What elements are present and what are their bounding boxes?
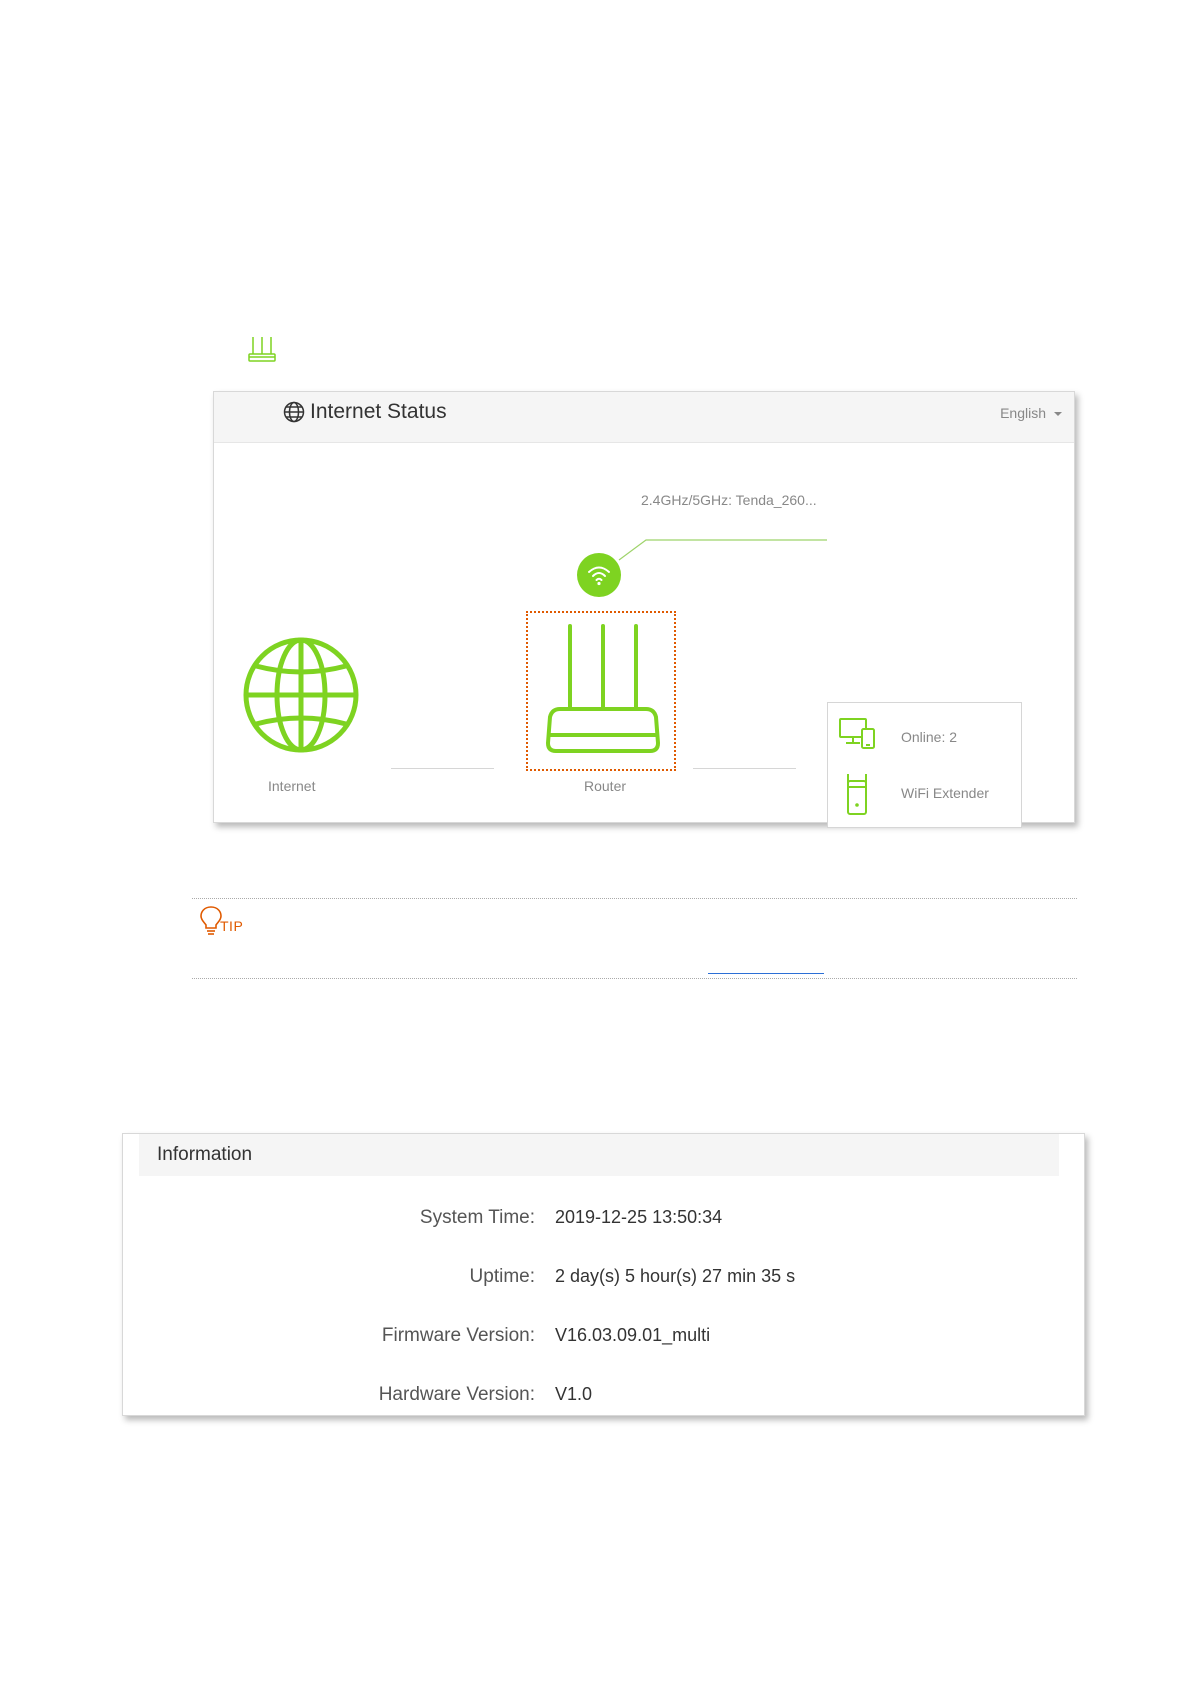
online-count-label: Online: 2 bbox=[901, 729, 958, 745]
globe-icon bbox=[283, 401, 305, 423]
info-row-system-time: System Time: 2019-12-25 13:50:34 bbox=[123, 1207, 1084, 1235]
connection-line bbox=[693, 768, 796, 769]
status-header: Internet Status English bbox=[214, 392, 1074, 443]
clients-panel: Online: 2 WiFi Extender bbox=[827, 702, 1022, 828]
ssid-label[interactable]: 2.4GHz/5GHz: Tenda_260... bbox=[641, 492, 817, 508]
language-select[interactable]: English bbox=[1000, 405, 1062, 421]
online-devices-item[interactable]: Online: 2 bbox=[838, 717, 1018, 753]
info-title: Information bbox=[157, 1144, 253, 1165]
chevron-down-icon bbox=[1054, 412, 1062, 417]
info-label: Firmware Version: bbox=[381, 1325, 535, 1346]
info-row-firmware-version: Firmware Version: V16.03.09.01_multi bbox=[123, 1325, 1084, 1353]
info-row-hardware-version: Hardware Version: V1.0 bbox=[123, 1384, 1084, 1412]
divider bbox=[192, 898, 1077, 899]
info-value: 2019-12-25 13:50:34 bbox=[555, 1207, 723, 1227]
wifi-button[interactable] bbox=[577, 553, 621, 597]
router-icon bbox=[248, 337, 276, 362]
info-row-uptime: Uptime: 2 day(s) 5 hour(s) 27 min 35 s bbox=[123, 1266, 1084, 1294]
wifi-extender-item[interactable]: WiFi Extender bbox=[838, 773, 1018, 815]
info-value: V1.0 bbox=[555, 1384, 593, 1404]
information-panel: Information System Time: 2019-12-25 13:5… bbox=[122, 1133, 1085, 1416]
router-label: Router bbox=[584, 778, 627, 794]
info-value: V16.03.09.01_multi bbox=[555, 1325, 711, 1345]
divider bbox=[192, 978, 1077, 979]
internet-status-panel: Internet Status English 2.4GHz/5GHz: Ten… bbox=[213, 391, 1075, 828]
page-title: Internet Status bbox=[310, 400, 447, 423]
extender-label: WiFi Extender bbox=[901, 785, 989, 801]
router-button[interactable] bbox=[526, 611, 676, 771]
internet-label: Internet bbox=[268, 778, 316, 794]
router-icon bbox=[546, 624, 660, 753]
language-label: English bbox=[1000, 405, 1046, 421]
tip-label: TIP bbox=[220, 918, 244, 934]
network-diagram: 2.4GHz/5GHz: Tenda_260... Internet Route… bbox=[214, 442, 1074, 828]
extender-icon bbox=[847, 774, 867, 815]
internet-globe-icon[interactable] bbox=[242, 636, 360, 754]
connection-line bbox=[391, 768, 494, 769]
info-label: Hardware Version: bbox=[378, 1384, 535, 1405]
wifi-icon bbox=[588, 566, 610, 586]
info-header: Information bbox=[139, 1134, 1059, 1176]
info-value: 2 day(s) 5 hour(s) 27 min 35 s bbox=[555, 1266, 796, 1286]
devices-icon bbox=[839, 718, 875, 749]
info-label: Uptime: bbox=[469, 1266, 535, 1287]
info-label: System Time: bbox=[419, 1207, 535, 1228]
